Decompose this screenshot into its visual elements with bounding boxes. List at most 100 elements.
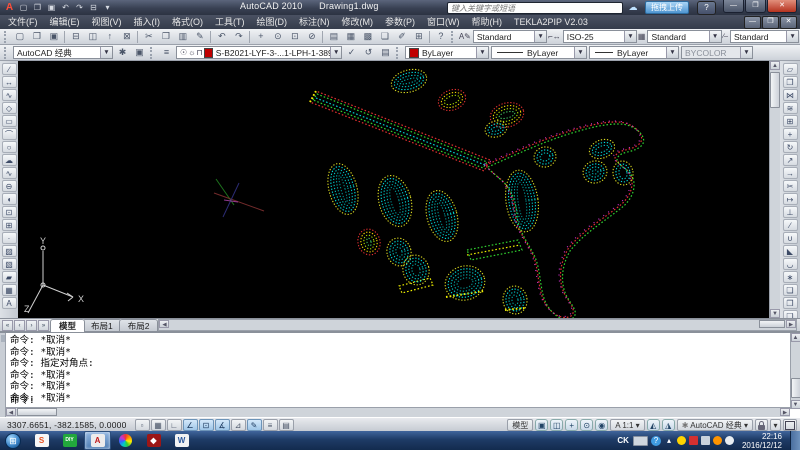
break-icon[interactable]: ∕	[783, 219, 798, 231]
taskbar-clock[interactable]: 22:16 2016/12/12	[738, 432, 786, 450]
linetype-dropdown[interactable]: ByLayer▼	[491, 46, 587, 59]
dropdown-arrow-icon[interactable]: ▼	[709, 31, 721, 42]
copy-icon[interactable]: ❐	[783, 76, 798, 88]
osnap-toggle[interactable]: ⊡	[199, 419, 214, 431]
polyline-icon[interactable]: ∿	[2, 89, 17, 101]
steering-wheel-icon[interactable]: ◉	[595, 419, 608, 431]
tab-nav-icon-2[interactable]: ‹	[14, 320, 25, 331]
scroll-up-icon[interactable]: ▲	[791, 333, 800, 342]
toolbar-grip[interactable]	[4, 31, 9, 43]
help-icon[interactable]: ?	[432, 29, 449, 45]
join-icon[interactable]: ∪	[783, 232, 798, 244]
sheetset-icon[interactable]: ❏	[376, 29, 393, 45]
grid-toggle[interactable]: ▦	[151, 419, 166, 431]
menu-item-6[interactable]: 工具(T)	[209, 15, 251, 29]
doc-minimize-button[interactable]: —	[744, 16, 761, 29]
menu-item-8[interactable]: 标注(N)	[293, 15, 336, 29]
tool-palettes-icon[interactable]: ▩	[359, 29, 376, 45]
volume-tray-icon[interactable]	[725, 436, 734, 445]
diy-tool-app[interactable]: DIY	[56, 431, 83, 450]
erase-icon[interactable]: ▱	[783, 63, 798, 75]
redo-icon[interactable]: ↷	[73, 2, 86, 13]
hatch-icon[interactable]: ▨	[2, 245, 17, 257]
dropdown-arrow-icon[interactable]: ▼	[476, 47, 488, 58]
plot-icon[interactable]: ⊟	[87, 2, 100, 13]
scroll-right-icon[interactable]: ▶	[780, 408, 790, 416]
scrollbar-thumb[interactable]	[759, 320, 785, 328]
command-vertical-scrollbar[interactable]: ▲ ▼	[790, 333, 800, 409]
tab-布局2[interactable]: 布局2	[119, 319, 159, 332]
redo-icon[interactable]: ↷	[230, 29, 247, 45]
zoom-tool-icon[interactable]: ⊙	[580, 419, 593, 431]
doc-restore-button[interactable]: ❐	[762, 16, 779, 29]
trim-icon[interactable]: ✂	[783, 180, 798, 192]
tab-nav-icon-1[interactable]: «	[2, 320, 13, 331]
toolbar-grip[interactable]	[451, 31, 456, 43]
copy-clip-icon[interactable]: ❐	[157, 29, 174, 45]
menu-item-11[interactable]: 窗口(W)	[421, 15, 466, 29]
designcenter-icon[interactable]: ▦	[342, 29, 359, 45]
layer-lock-icon[interactable]: ⊓	[197, 48, 203, 57]
paste-icon[interactable]: ▥	[174, 29, 191, 45]
insert-block-icon[interactable]: ⊡	[2, 206, 17, 218]
toolbar-grip[interactable]	[396, 47, 402, 59]
text-style-dropdown[interactable]: Standard▼	[473, 30, 547, 43]
ellipse-icon[interactable]: ⊖	[2, 180, 17, 192]
menu-item-7[interactable]: 绘图(D)	[251, 15, 294, 29]
pan-icon[interactable]: +	[252, 29, 269, 45]
ellipse-arc-icon[interactable]: ◖	[2, 193, 17, 205]
revision-cloud-icon[interactable]: ☁	[2, 154, 17, 166]
pan-tool-icon[interactable]: +	[565, 419, 578, 431]
point-icon[interactable]: ·	[2, 232, 17, 244]
toolbar-grip[interactable]	[4, 47, 10, 59]
otrack-toggle[interactable]: ∡	[215, 419, 230, 431]
menu-item-13[interactable]: TEKLA2PIP V2.03	[508, 15, 594, 29]
tab-布局1[interactable]: 布局1	[82, 319, 122, 332]
dropdown-arrow-icon[interactable]: ▼	[624, 31, 636, 42]
line-icon[interactable]: ∕	[2, 63, 17, 75]
menu-item-9[interactable]: 修改(M)	[336, 15, 380, 29]
tab-nav-icon-4[interactable]: »	[38, 320, 49, 331]
region-icon[interactable]: ▰	[2, 271, 17, 283]
tray-expand-icon[interactable]: ▴	[664, 436, 674, 445]
stretch-icon[interactable]: →	[783, 167, 798, 179]
drawing-viewport[interactable]: YXZ	[18, 61, 769, 318]
markup-icon[interactable]: ✐	[393, 29, 410, 45]
acad-logo-icon[interactable]: A	[3, 2, 16, 13]
ducs-toggle[interactable]: ⊿	[231, 419, 246, 431]
open-file-icon[interactable]: ❐	[31, 2, 44, 13]
qp-toggle[interactable]: ▤	[279, 419, 294, 431]
sogou-input-app[interactable]: S	[28, 431, 55, 450]
undo-icon[interactable]: ↶	[213, 29, 230, 45]
help-tray-icon[interactable]: ?	[651, 436, 661, 446]
dyn-toggle[interactable]: ✎	[247, 419, 262, 431]
ime-indicator[interactable]: CK	[617, 436, 629, 445]
clean-screen-icon[interactable]	[783, 419, 797, 431]
show-desktop-button[interactable]	[790, 431, 800, 450]
table-style-dropdown[interactable]: Standard▼	[647, 30, 721, 43]
layer-properties-icon[interactable]: ≡	[158, 45, 175, 61]
plot-preview-icon[interactable]: ◫	[84, 29, 101, 45]
tab-nav-icon-3[interactable]: ›	[26, 320, 37, 331]
start-button[interactable]: ⊞	[5, 433, 21, 449]
color-wheel-app[interactable]	[112, 431, 139, 450]
save-icon[interactable]: ▣	[45, 2, 58, 13]
video-player-app[interactable]: ◆	[140, 431, 167, 450]
quickcalc-icon[interactable]: ⊞	[410, 29, 427, 45]
toolbar-grip[interactable]	[150, 47, 156, 59]
circle-icon[interactable]: ○	[2, 141, 17, 153]
bring-to-front-icon[interactable]: ❏	[783, 284, 798, 296]
command-prompt[interactable]: 命令:	[10, 392, 35, 406]
break-point-icon[interactable]: ⊥	[783, 206, 798, 218]
save-icon[interactable]: ▣	[45, 29, 62, 45]
zoom-realtime-icon[interactable]: ⊙	[269, 29, 286, 45]
restore-button[interactable]: ❐	[745, 0, 766, 13]
color-dropdown[interactable]: ByLayer▼	[405, 46, 489, 59]
antivirus-tray-icon[interactable]	[677, 436, 686, 445]
close-button[interactable]: ✕	[767, 0, 797, 13]
layer-previous-icon[interactable]: ↺	[360, 45, 377, 61]
keyboard-icon[interactable]	[633, 436, 648, 446]
menu-item-12[interactable]: 帮助(H)	[466, 15, 509, 29]
rotate-icon[interactable]: ↻	[783, 141, 798, 153]
publish-icon[interactable]: ↑	[101, 29, 118, 45]
